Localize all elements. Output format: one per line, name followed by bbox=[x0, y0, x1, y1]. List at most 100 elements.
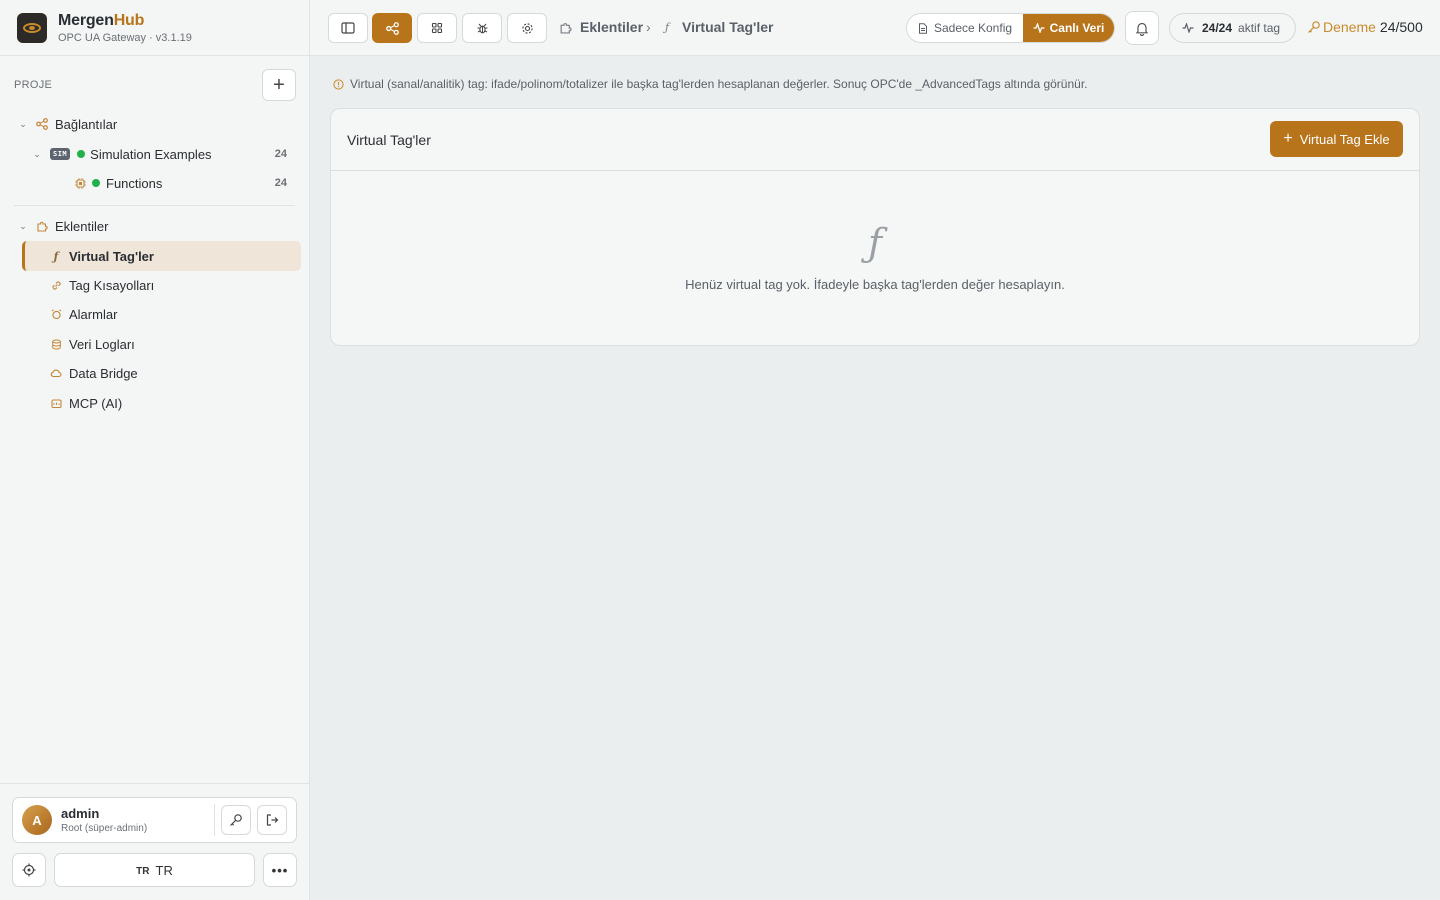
topbar: Eklentiler › ƒ Virtual Tag'ler Sadece Ko… bbox=[310, 0, 1440, 56]
breadcrumb-current: ƒ Virtual Tag'ler bbox=[660, 19, 774, 35]
tree-plugins-label: Eklentiler bbox=[55, 218, 109, 234]
notifications-button[interactable] bbox=[1125, 11, 1159, 45]
tree-simulation-label: Simulation Examples bbox=[90, 146, 212, 162]
nav-virtual-tags[interactable]: ƒ Virtual Tag'ler bbox=[22, 241, 301, 271]
key-button[interactable] bbox=[221, 805, 251, 835]
panel-title: Virtual Tag'ler bbox=[347, 131, 431, 148]
trial-label: Deneme bbox=[1323, 19, 1376, 35]
link-icon bbox=[49, 278, 63, 292]
tree-simulation[interactable]: ⌄ SIM Simulation Examples 24 bbox=[31, 140, 287, 168]
chevron-down-icon[interactable]: ⌄ bbox=[17, 119, 29, 130]
add-virtual-tag-button[interactable]: + Virtual Tag Ekle bbox=[1270, 121, 1403, 157]
user-role: Root (süper-admin) bbox=[61, 823, 148, 834]
trial-license[interactable]: Deneme 24/500 bbox=[1307, 19, 1423, 35]
language-label: TR bbox=[155, 862, 173, 878]
divider bbox=[214, 804, 215, 836]
more-icon: ••• bbox=[271, 862, 289, 878]
user-name: admin bbox=[61, 806, 100, 821]
nav-label: Virtual Tag'ler bbox=[69, 248, 154, 264]
brand-subtitle: OPC UA Gateway · v3.1.19 bbox=[58, 31, 192, 44]
tree-connections[interactable]: ⌄ Bağlantılar bbox=[17, 110, 297, 138]
function-icon: ƒ bbox=[664, 20, 670, 34]
brand-name: MergenHub bbox=[58, 11, 145, 29]
active-tag-indicator[interactable]: 24/24 aktif tag bbox=[1169, 13, 1296, 43]
info-text: Virtual (sanal/analitik) tag: ifade/poli… bbox=[350, 77, 1088, 91]
status-online-icon bbox=[77, 150, 86, 158]
tree-connections-label: Bağlantılar bbox=[55, 116, 118, 132]
pulse-icon bbox=[1182, 23, 1194, 33]
add-project-button[interactable]: + bbox=[262, 69, 296, 101]
status-online-icon bbox=[92, 179, 100, 187]
tag-count: 24 bbox=[274, 148, 287, 160]
pulse-icon bbox=[1033, 23, 1045, 33]
grid-view-button[interactable] bbox=[417, 13, 457, 43]
user-card: A admin Root (süper-admin) bbox=[12, 797, 297, 843]
nav-label: Veri Logları bbox=[69, 336, 135, 352]
plus-icon: + bbox=[1283, 130, 1293, 147]
sidebar: MergenHub OPC UA Gateway · v3.1.19 PROJE… bbox=[0, 0, 310, 900]
empty-state-text: Henüz virtual tag yok. İfadeyle başka ta… bbox=[685, 277, 1065, 292]
connections-icon bbox=[385, 21, 399, 35]
breadcrumb-separator: › bbox=[646, 19, 651, 35]
function-icon: ƒ bbox=[53, 249, 59, 263]
active-tag-count: 24/24 bbox=[1202, 21, 1233, 35]
divider bbox=[0, 783, 309, 784]
info-banner: Virtual (sanal/analitik) tag: ifade/poli… bbox=[331, 77, 1088, 91]
grid-icon bbox=[431, 22, 443, 34]
debug-button[interactable] bbox=[462, 13, 502, 43]
document-icon bbox=[918, 22, 927, 34]
add-virtual-tag-label: Virtual Tag Ekle bbox=[1299, 131, 1390, 147]
logout-icon bbox=[266, 814, 279, 826]
chip-icon bbox=[73, 176, 87, 190]
nav-label: Data Bridge bbox=[69, 365, 138, 381]
bug-icon bbox=[477, 23, 487, 33]
settings-button[interactable] bbox=[507, 13, 547, 43]
tree-functions[interactable]: Functions 24 bbox=[73, 169, 287, 197]
nav-label: Tag Kısayolları bbox=[69, 277, 155, 293]
info-icon bbox=[331, 77, 345, 91]
brand: MergenHub OPC UA Gateway · v3.1.19 bbox=[0, 0, 309, 56]
tree-plugins[interactable]: ⌄ Eklentiler bbox=[17, 212, 297, 240]
breadcrumb-current-label: Virtual Tag'ler bbox=[682, 19, 774, 35]
chevron-down-icon[interactable]: ⌄ bbox=[17, 221, 29, 232]
mode-live-button[interactable]: Canlı Veri bbox=[1023, 14, 1114, 42]
logout-button[interactable] bbox=[257, 805, 287, 835]
key-icon bbox=[1308, 21, 1320, 33]
connections-view-button[interactable] bbox=[372, 13, 412, 43]
nav-alarms[interactable]: Alarmlar bbox=[22, 299, 301, 329]
project-label: PROJE bbox=[14, 79, 53, 91]
toggle-sidebar-button[interactable] bbox=[328, 13, 368, 43]
database-icon bbox=[49, 337, 63, 351]
logo bbox=[17, 12, 47, 43]
function-icon: ƒ bbox=[867, 221, 883, 265]
connections-icon bbox=[35, 117, 49, 131]
puzzle-icon bbox=[35, 219, 49, 233]
crosshair-icon bbox=[22, 863, 36, 877]
sidebar-icon bbox=[341, 22, 355, 34]
nav-data-bridge[interactable]: Data Bridge bbox=[22, 358, 301, 388]
breadcrumb-parent-label: Eklentiler bbox=[580, 19, 644, 35]
nav-tag-shortcuts[interactable]: Tag Kısayolları bbox=[22, 270, 301, 300]
virtual-tags-panel: Virtual Tag'ler + Virtual Tag Ekle ƒ Hen… bbox=[330, 108, 1420, 346]
chevron-down-icon[interactable]: ⌄ bbox=[31, 149, 43, 160]
locate-button[interactable] bbox=[12, 853, 46, 887]
bell-icon bbox=[1135, 22, 1149, 36]
sim-badge: SIM bbox=[50, 148, 71, 160]
tag-count: 24 bbox=[274, 177, 287, 189]
more-button[interactable]: ••• bbox=[263, 853, 297, 887]
cloud-icon bbox=[49, 366, 63, 380]
mode-live-label: Canlı Veri bbox=[1049, 21, 1105, 35]
trial-usage: 24/500 bbox=[1379, 19, 1423, 35]
key-icon bbox=[230, 814, 242, 826]
avatar[interactable]: A bbox=[22, 805, 52, 835]
mode-config-label: Sadece Konfig bbox=[933, 21, 1013, 35]
nav-label: Alarmlar bbox=[69, 306, 118, 322]
nav-mcp-ai[interactable]: MCP (AI) bbox=[22, 388, 301, 418]
nav-label: MCP (AI) bbox=[69, 395, 123, 411]
alarm-icon bbox=[49, 307, 63, 321]
breadcrumb-parent[interactable]: Eklentiler bbox=[558, 19, 643, 35]
nav-data-logs[interactable]: Veri Logları bbox=[22, 329, 301, 359]
mode-toggle: Sadece Konfig Canlı Veri bbox=[906, 13, 1115, 43]
mode-config-button[interactable]: Sadece Konfig bbox=[907, 14, 1023, 42]
language-selector[interactable]: TR TR bbox=[54, 853, 255, 887]
